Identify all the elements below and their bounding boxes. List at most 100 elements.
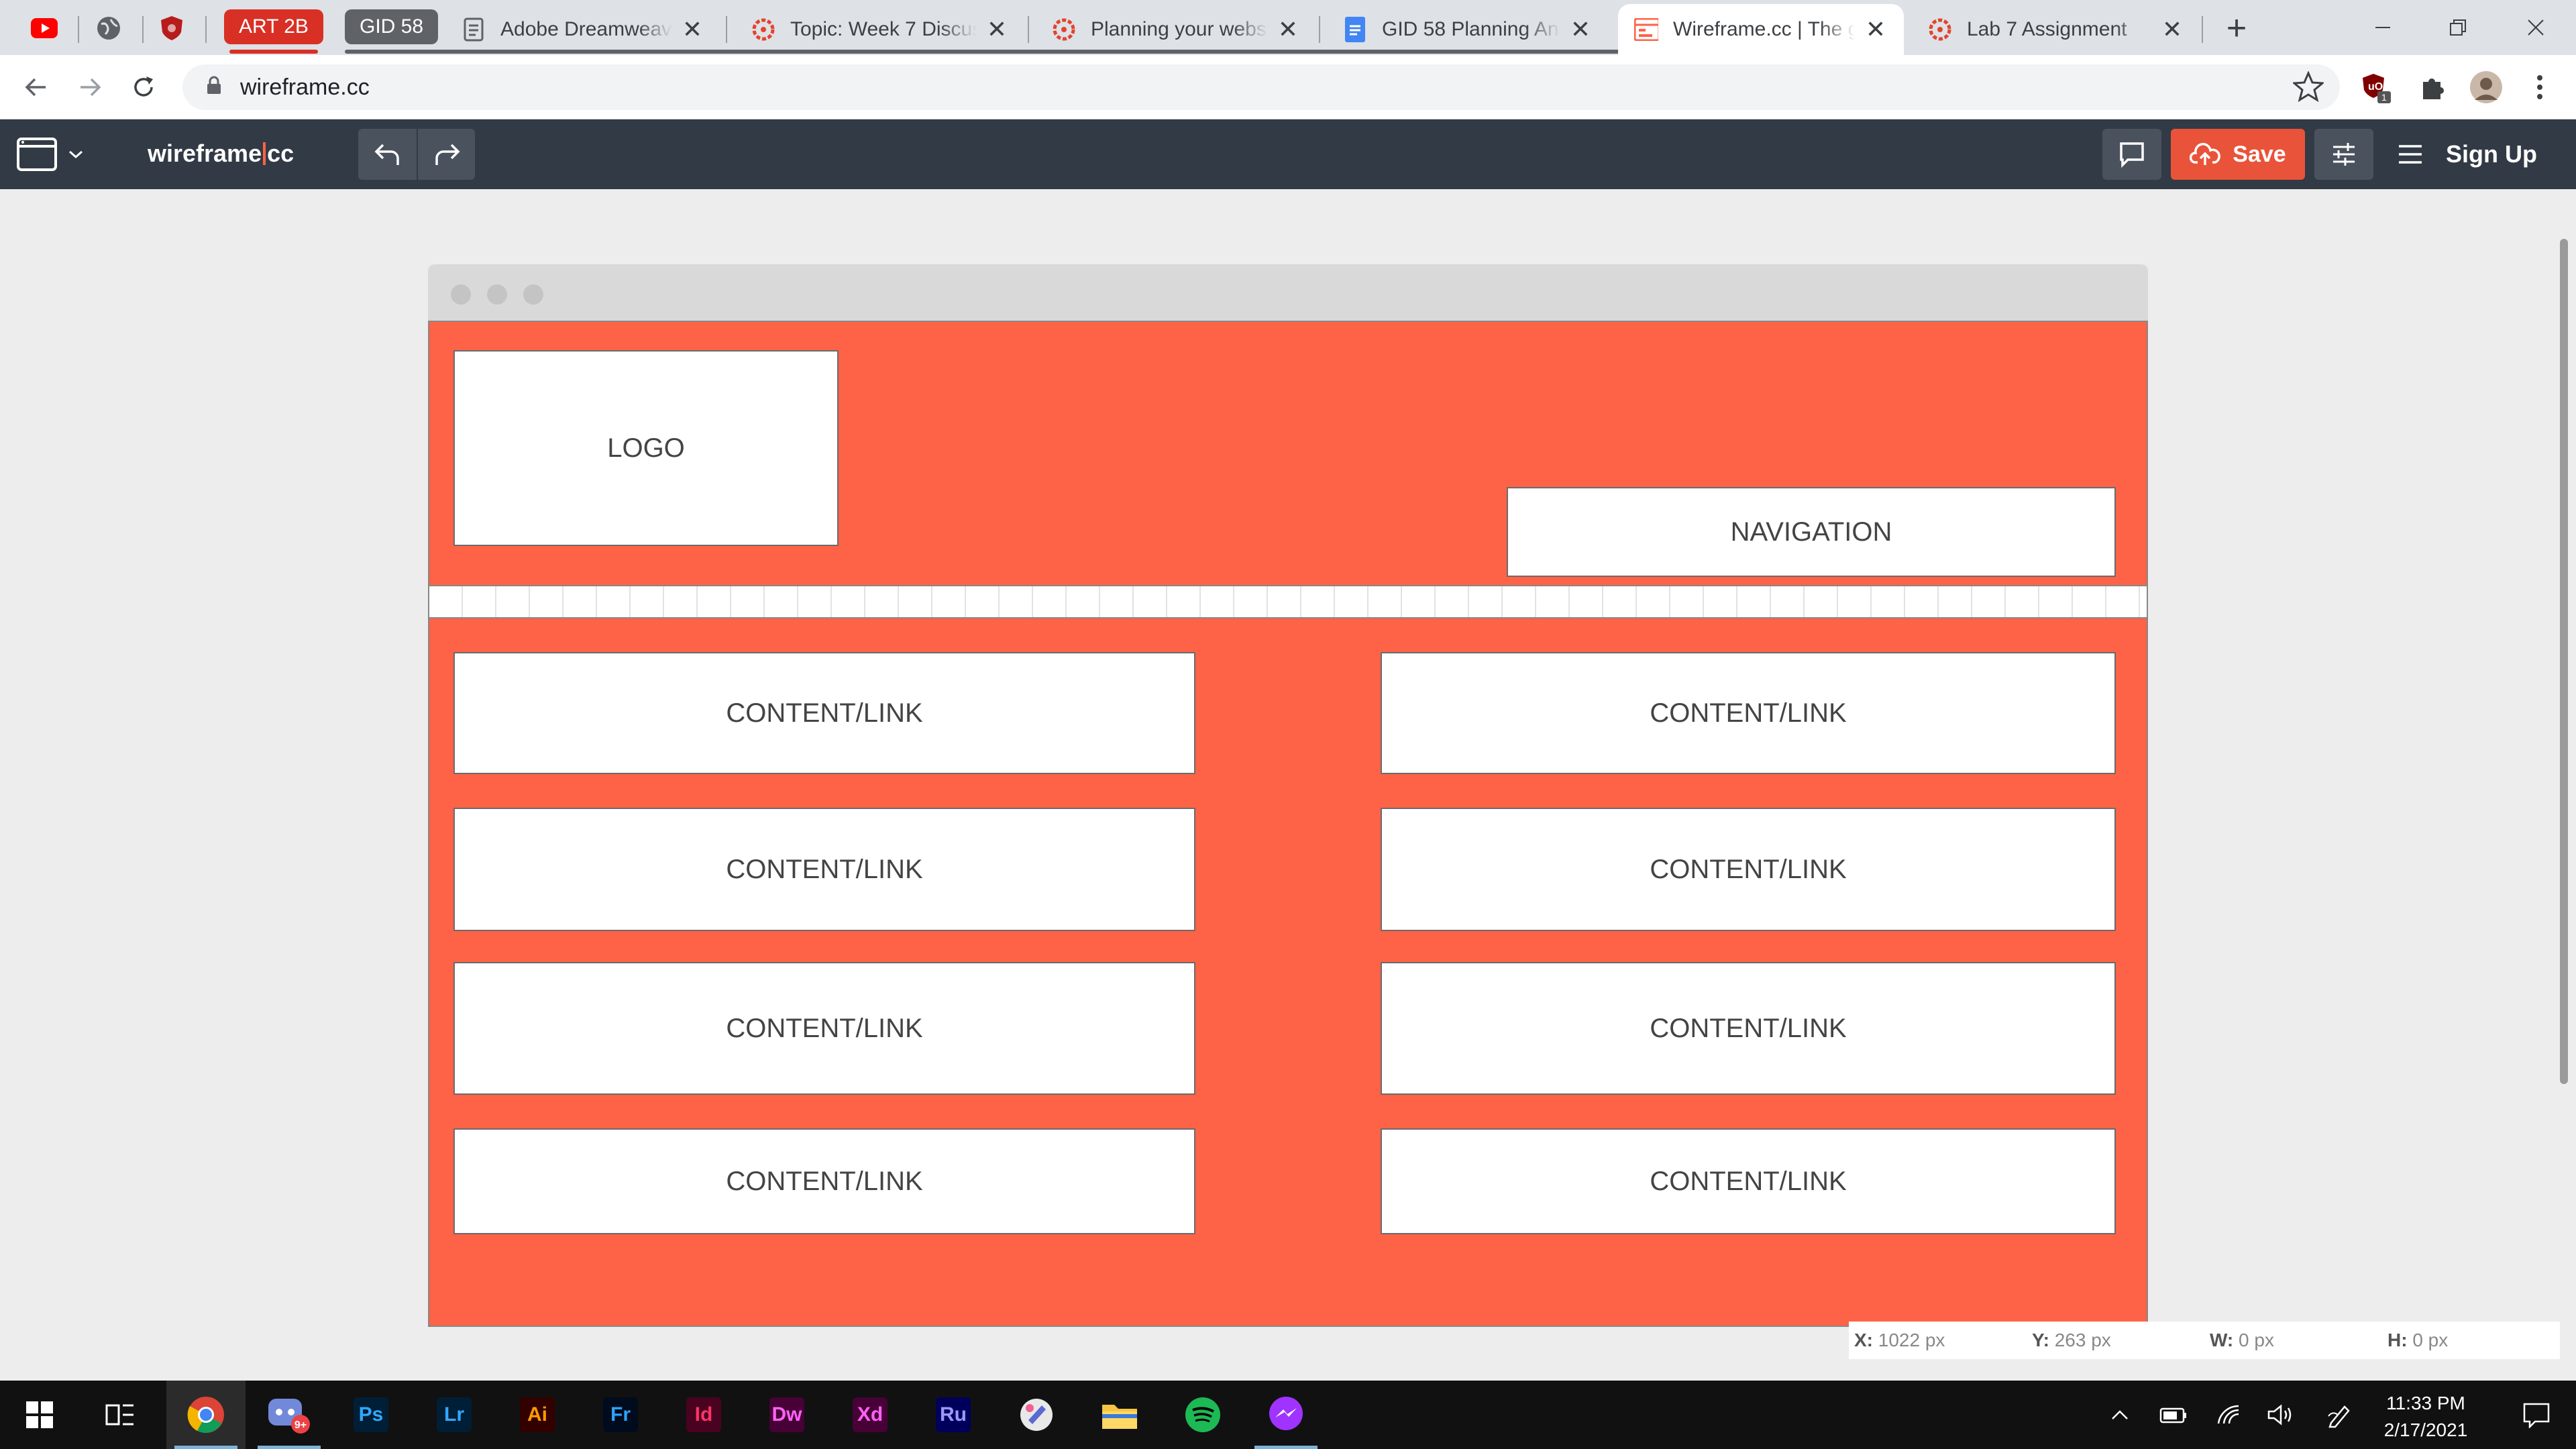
- tab-gid58-planning[interactable]: GID 58 Planning Analysis ✕: [1327, 4, 1609, 55]
- tab-planning-website[interactable]: Planning your website ✕: [1036, 4, 1316, 55]
- tab-close-icon[interactable]: ✕: [1864, 17, 1888, 42]
- close-window-button[interactable]: [2498, 0, 2573, 55]
- taskbar-xd[interactable]: Xd: [830, 1381, 910, 1449]
- globe-pinned-tab[interactable]: [90, 9, 127, 47]
- redo-button[interactable]: [417, 129, 475, 180]
- battery-tray[interactable]: [2149, 1381, 2196, 1449]
- taskbar-rush[interactable]: Ru: [914, 1381, 993, 1449]
- cloud-upload-icon: [2190, 143, 2221, 165]
- youtube-pinned-tab[interactable]: [25, 9, 63, 47]
- task-view-icon: [105, 1404, 133, 1426]
- volume-tray[interactable]: [2258, 1381, 2302, 1449]
- address-bar[interactable]: wireframe.cc: [182, 64, 2340, 110]
- comment-icon: [2120, 142, 2144, 168]
- width-readout: W: 0 px: [2210, 1330, 2274, 1350]
- tab-close-icon[interactable]: ✕: [985, 17, 1009, 42]
- tab-close-icon[interactable]: ✕: [2160, 17, 2184, 42]
- taskbar-indesign[interactable]: Id: [664, 1381, 743, 1449]
- tab-close-icon[interactable]: ✕: [680, 17, 704, 42]
- taskbar-fresco[interactable]: Fr: [581, 1381, 660, 1449]
- globe-icon: [97, 17, 120, 40]
- sign-up-menu[interactable]: Sign Up: [2398, 131, 2537, 177]
- shield-pinned-tab[interactable]: [153, 9, 191, 47]
- taskbar-chrome[interactable]: [166, 1381, 246, 1449]
- canvas-lms-icon: [751, 17, 775, 42]
- content-link-box[interactable]: CONTENT/LINK: [1381, 808, 2116, 931]
- taskbar-spotify[interactable]: [1163, 1381, 1242, 1449]
- save-button[interactable]: Save: [2171, 129, 2305, 180]
- taskbar-lightroom[interactable]: Lr: [415, 1381, 494, 1449]
- reload-button[interactable]: [122, 66, 165, 109]
- tab-adobe-dreamweaver[interactable]: Adobe Dreamweaver ✕: [445, 4, 720, 55]
- window-dot: [451, 284, 471, 305]
- sliders-icon: [2333, 143, 2355, 166]
- tab-topic-week7[interactable]: Topic: Week 7 Discussion ✕: [735, 4, 1025, 55]
- minimize-icon: [2375, 27, 2390, 28]
- rush-icon: Ru: [936, 1397, 971, 1432]
- ublock-extension[interactable]: uO 1: [2359, 70, 2394, 105]
- taskbar-photoshop[interactable]: Ps: [331, 1381, 411, 1449]
- wireframe-browser-frame[interactable]: LOGO NAVIGATION CONTENT/LINK CONTENT/LIN…: [428, 264, 2148, 1327]
- undo-icon: [374, 144, 399, 165]
- fresco-icon: Fr: [603, 1397, 638, 1432]
- taskbar-illustrator[interactable]: Ai: [498, 1381, 577, 1449]
- taskbar-discord[interactable]: 9+: [250, 1381, 329, 1449]
- action-center-button[interactable]: [2497, 1381, 2576, 1449]
- pen-tray[interactable]: [2316, 1381, 2363, 1449]
- content-link-box[interactable]: CONTENT/LINK: [453, 652, 1195, 774]
- coordinate-readout: X: 1022 px Y: 263 px W: 0 px H: 0 px: [1849, 1322, 2560, 1359]
- template-selector[interactable]: [13, 134, 87, 174]
- show-hidden-icons-button[interactable]: [2100, 1381, 2140, 1449]
- content-link-box[interactable]: CONTENT/LINK: [453, 962, 1195, 1095]
- tab-group-art2b[interactable]: ART 2B: [224, 9, 323, 54]
- wifi-tray[interactable]: [2207, 1381, 2251, 1449]
- settings-sliders-button[interactable]: [2314, 129, 2373, 180]
- browser-window-icon: [17, 138, 57, 171]
- tab-close-icon[interactable]: ✕: [1276, 17, 1300, 42]
- system-clock[interactable]: 11:33 PM 2/17/2021: [2365, 1390, 2486, 1444]
- tab-lab7-assignment[interactable]: Lab 7 Assignment ✕: [1912, 4, 2200, 55]
- wireframe-cc-logo[interactable]: wireframe cc: [148, 140, 294, 168]
- content-link-box[interactable]: CONTENT/LINK: [1381, 962, 2116, 1095]
- tab-wireframe-cc[interactable]: Wireframe.cc | The go-to wireframing too…: [1618, 4, 1904, 55]
- forward-button[interactable]: [68, 66, 111, 109]
- comments-button[interactable]: [2102, 129, 2161, 180]
- battery-icon: [2159, 1407, 2186, 1424]
- reload-icon: [134, 76, 153, 97]
- navigation-box[interactable]: NAVIGATION: [1507, 487, 2116, 577]
- logo-box[interactable]: LOGO: [453, 350, 839, 546]
- tab-group-gid58[interactable]: GID 58: [345, 9, 1767, 54]
- restore-button[interactable]: [2420, 0, 2496, 55]
- start-button[interactable]: [0, 1381, 79, 1449]
- new-tab-button[interactable]: +: [2218, 11, 2255, 48]
- extensions-button[interactable]: [2415, 70, 2450, 105]
- kebab-menu-icon: [2537, 75, 2542, 99]
- app-header: wireframe cc Save Sign Up: [0, 119, 2576, 189]
- dreamweaver-icon: Dw: [769, 1397, 804, 1432]
- puzzle-icon: [2423, 78, 2444, 99]
- header-section[interactable]: LOGO NAVIGATION: [428, 321, 2148, 586]
- content-link-box[interactable]: CONTENT/LINK: [1381, 652, 2116, 774]
- y-readout: Y: 263 px: [2032, 1330, 2111, 1350]
- minimize-button[interactable]: [2345, 0, 2420, 55]
- profile-avatar[interactable]: [2469, 70, 2504, 105]
- back-button[interactable]: [15, 66, 58, 109]
- content-section[interactable]: CONTENT/LINK CONTENT/LINK CONTENT/LINK C…: [428, 617, 2148, 1327]
- bookmark-star-icon[interactable]: [2292, 70, 2325, 108]
- content-link-box[interactable]: CONTENT/LINK: [453, 808, 1195, 931]
- taskbar-snipping[interactable]: [997, 1381, 1076, 1449]
- window-dot: [487, 284, 507, 305]
- content-link-box[interactable]: CONTENT/LINK: [1381, 1128, 2116, 1234]
- illustrator-icon: Ai: [520, 1397, 555, 1432]
- folder-icon: [1102, 1405, 1137, 1429]
- taskbar-dreamweaver[interactable]: Dw: [747, 1381, 826, 1449]
- document-icon: [462, 17, 486, 42]
- content-link-box[interactable]: CONTENT/LINK: [453, 1128, 1195, 1234]
- undo-button[interactable]: [358, 129, 417, 180]
- tab-close-icon[interactable]: ✕: [1568, 17, 1593, 42]
- chrome-menu-button[interactable]: [2522, 70, 2557, 105]
- task-view-button[interactable]: [80, 1381, 160, 1449]
- taskbar-messenger[interactable]: [1246, 1381, 1326, 1449]
- taskbar-file-explorer[interactable]: [1080, 1381, 1159, 1449]
- vertical-scrollbar[interactable]: [2560, 239, 2568, 1084]
